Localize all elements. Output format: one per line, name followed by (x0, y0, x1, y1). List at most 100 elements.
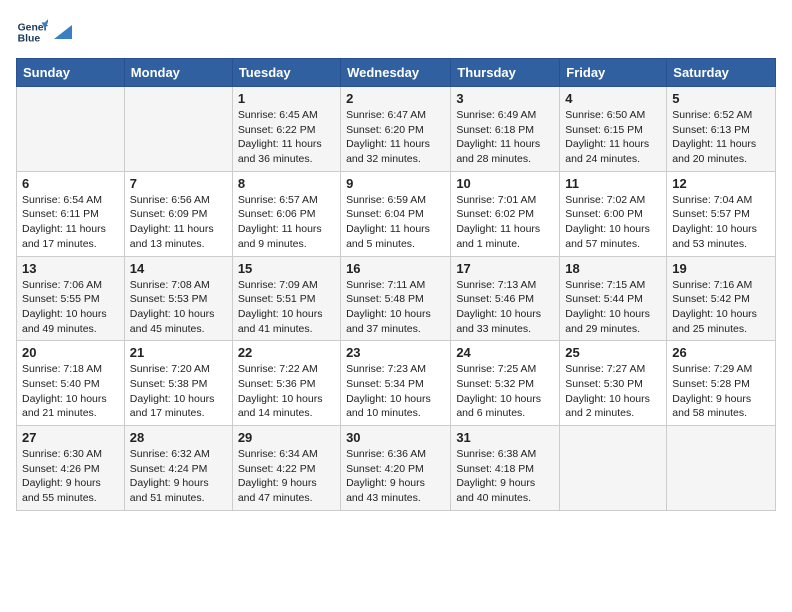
calendar-cell: 18Sunrise: 7:15 AMSunset: 5:44 PMDayligh… (560, 256, 667, 341)
day-number: 19 (672, 261, 770, 276)
day-info: Sunrise: 7:04 AMSunset: 5:57 PMDaylight:… (672, 193, 770, 252)
calendar-week-row: 6 Sunrise: 6:54 AMSunset: 6:11 PMDaylight… (17, 171, 776, 256)
day-info: Sunrise: 6:54 AMSunset: 6:11 PMDaylight:… (22, 193, 119, 252)
day-number: 23 (346, 345, 445, 360)
day-number: 28 (130, 430, 227, 445)
day-info: Sunrise: 7:09 AMSunset: 5:51 PMDaylight:… (238, 278, 335, 337)
day-info: Sunrise: 6:57 AMSunset: 6:06 PMDaylight:… (238, 193, 335, 252)
day-info: Sunrise: 7:08 AMSunset: 5:53 PMDaylight:… (130, 278, 227, 337)
day-number: 11 (565, 176, 661, 191)
calendar-header-row: SundayMondayTuesdayWednesdayThursdayFrid… (17, 59, 776, 87)
calendar-cell: 26 Sunrise: 7:29 AMSunset: 5:28 PMDayligh… (667, 341, 776, 426)
day-info: Sunrise: 6:56 AMSunset: 6:09 PMDaylight:… (130, 193, 227, 252)
day-info: Sunrise: 6:45 AMSunset: 6:22 PMDaylight:… (238, 108, 335, 167)
day-number: 1 (238, 91, 335, 106)
calendar-table: SundayMondayTuesdayWednesdayThursdayFrid… (16, 58, 776, 511)
day-info: Sunrise: 7:16 AMSunset: 5:42 PMDaylight:… (672, 278, 770, 337)
calendar-cell (667, 426, 776, 511)
day-number: 5 (672, 91, 770, 106)
day-info: Sunrise: 7:06 AMSunset: 5:55 PMDaylight:… (22, 278, 119, 337)
calendar-cell: 16 Sunrise: 7:11 AMSunset: 5:48 PMDayligh… (341, 256, 451, 341)
day-header-tuesday: Tuesday (232, 59, 340, 87)
calendar-cell: 30 Sunrise: 6:36 AMSunset: 4:20 PMDayligh… (341, 426, 451, 511)
calendar-cell: 11 Sunrise: 7:02 AMSunset: 6:00 PMDayligh… (560, 171, 667, 256)
calendar-cell: 28 Sunrise: 6:32 AMSunset: 4:24 PMDayligh… (124, 426, 232, 511)
calendar-cell: 21 Sunrise: 7:20 AMSunset: 5:38 PMDayligh… (124, 341, 232, 426)
day-number: 30 (346, 430, 445, 445)
day-info: Sunrise: 6:34 AMSunset: 4:22 PMDaylight:… (238, 447, 335, 506)
day-info: Sunrise: 7:13 AMSunset: 5:46 PMDaylight:… (456, 278, 554, 337)
calendar-week-row: 27Sunrise: 6:30 AMSunset: 4:26 PMDayligh… (17, 426, 776, 511)
day-number: 29 (238, 430, 335, 445)
day-number: 10 (456, 176, 554, 191)
calendar-cell: 10 Sunrise: 7:01 AMSunset: 6:02 PMDayligh… (451, 171, 560, 256)
day-number: 2 (346, 91, 445, 106)
day-info: Sunrise: 7:18 AMSunset: 5:40 PMDaylight:… (22, 362, 119, 421)
day-number: 14 (130, 261, 227, 276)
calendar-cell: 17 Sunrise: 7:13 AMSunset: 5:46 PMDayligh… (451, 256, 560, 341)
day-info: Sunrise: 7:11 AMSunset: 5:48 PMDaylight:… (346, 278, 445, 337)
day-info: Sunrise: 7:01 AMSunset: 6:02 PMDaylight:… (456, 193, 554, 252)
calendar-cell: 2 Sunrise: 6:47 AMSunset: 6:20 PMDaylight… (341, 87, 451, 172)
day-number: 20 (22, 345, 119, 360)
day-number: 25 (565, 345, 661, 360)
day-info: Sunrise: 7:02 AMSunset: 6:00 PMDaylight:… (565, 193, 661, 252)
calendar-cell: 23 Sunrise: 7:23 AMSunset: 5:34 PMDayligh… (341, 341, 451, 426)
day-number: 21 (130, 345, 227, 360)
calendar-cell (560, 426, 667, 511)
calendar-cell: 8 Sunrise: 6:57 AMSunset: 6:06 PMDaylight… (232, 171, 340, 256)
day-number: 6 (22, 176, 119, 191)
day-number: 22 (238, 345, 335, 360)
day-info: Sunrise: 6:47 AMSunset: 6:20 PMDaylight:… (346, 108, 445, 167)
day-number: 27 (22, 430, 119, 445)
day-number: 16 (346, 261, 445, 276)
day-header-thursday: Thursday (451, 59, 560, 87)
calendar-cell (17, 87, 125, 172)
day-info: Sunrise: 6:49 AMSunset: 6:18 PMDaylight:… (456, 108, 554, 167)
logo-arrow-icon (54, 25, 72, 39)
header: General Blue (16, 16, 776, 48)
calendar-cell: 3 Sunrise: 6:49 AMSunset: 6:18 PMDaylight… (451, 87, 560, 172)
calendar-cell: 5 Sunrise: 6:52 AMSunset: 6:13 PMDaylight… (667, 87, 776, 172)
logo-icon: General Blue (16, 16, 48, 48)
day-info: Sunrise: 7:20 AMSunset: 5:38 PMDaylight:… (130, 362, 227, 421)
day-info: Sunrise: 7:27 AMSunset: 5:30 PMDaylight:… (565, 362, 661, 421)
calendar-cell: 4Sunrise: 6:50 AMSunset: 6:15 PMDaylight… (560, 87, 667, 172)
calendar-cell: 24 Sunrise: 7:25 AMSunset: 5:32 PMDayligh… (451, 341, 560, 426)
day-number: 8 (238, 176, 335, 191)
day-header-wednesday: Wednesday (341, 59, 451, 87)
calendar-cell: 12Sunrise: 7:04 AMSunset: 5:57 PMDayligh… (667, 171, 776, 256)
day-number: 31 (456, 430, 554, 445)
calendar-cell: 6 Sunrise: 6:54 AMSunset: 6:11 PMDaylight… (17, 171, 125, 256)
day-number: 9 (346, 176, 445, 191)
day-info: Sunrise: 7:23 AMSunset: 5:34 PMDaylight:… (346, 362, 445, 421)
calendar-cell: 7 Sunrise: 6:56 AMSunset: 6:09 PMDaylight… (124, 171, 232, 256)
day-header-friday: Friday (560, 59, 667, 87)
day-info: Sunrise: 6:52 AMSunset: 6:13 PMDaylight:… (672, 108, 770, 167)
day-number: 26 (672, 345, 770, 360)
logo: General Blue (16, 16, 72, 48)
day-info: Sunrise: 6:50 AMSunset: 6:15 PMDaylight:… (565, 108, 661, 167)
calendar-cell: 9 Sunrise: 6:59 AMSunset: 6:04 PMDaylight… (341, 171, 451, 256)
day-number: 7 (130, 176, 227, 191)
day-info: Sunrise: 7:29 AMSunset: 5:28 PMDaylight:… (672, 362, 770, 421)
calendar-cell (124, 87, 232, 172)
day-info: Sunrise: 6:36 AMSunset: 4:20 PMDaylight:… (346, 447, 445, 506)
calendar-cell: 20 Sunrise: 7:18 AMSunset: 5:40 PMDayligh… (17, 341, 125, 426)
calendar-cell: 31 Sunrise: 6:38 AMSunset: 4:18 PMDayligh… (451, 426, 560, 511)
calendar-week-row: 1 Sunrise: 6:45 AMSunset: 6:22 PMDaylight… (17, 87, 776, 172)
day-header-monday: Monday (124, 59, 232, 87)
calendar-cell: 29 Sunrise: 6:34 AMSunset: 4:22 PMDayligh… (232, 426, 340, 511)
day-number: 24 (456, 345, 554, 360)
calendar-cell: 27Sunrise: 6:30 AMSunset: 4:26 PMDayligh… (17, 426, 125, 511)
day-number: 17 (456, 261, 554, 276)
calendar-cell: 14 Sunrise: 7:08 AMSunset: 5:53 PMDayligh… (124, 256, 232, 341)
calendar-week-row: 20 Sunrise: 7:18 AMSunset: 5:40 PMDayligh… (17, 341, 776, 426)
day-info: Sunrise: 6:32 AMSunset: 4:24 PMDaylight:… (130, 447, 227, 506)
day-number: 3 (456, 91, 554, 106)
day-info: Sunrise: 7:25 AMSunset: 5:32 PMDaylight:… (456, 362, 554, 421)
day-info: Sunrise: 6:59 AMSunset: 6:04 PMDaylight:… (346, 193, 445, 252)
calendar-cell: 1 Sunrise: 6:45 AMSunset: 6:22 PMDaylight… (232, 87, 340, 172)
day-number: 18 (565, 261, 661, 276)
day-info: Sunrise: 6:38 AMSunset: 4:18 PMDaylight:… (456, 447, 554, 506)
